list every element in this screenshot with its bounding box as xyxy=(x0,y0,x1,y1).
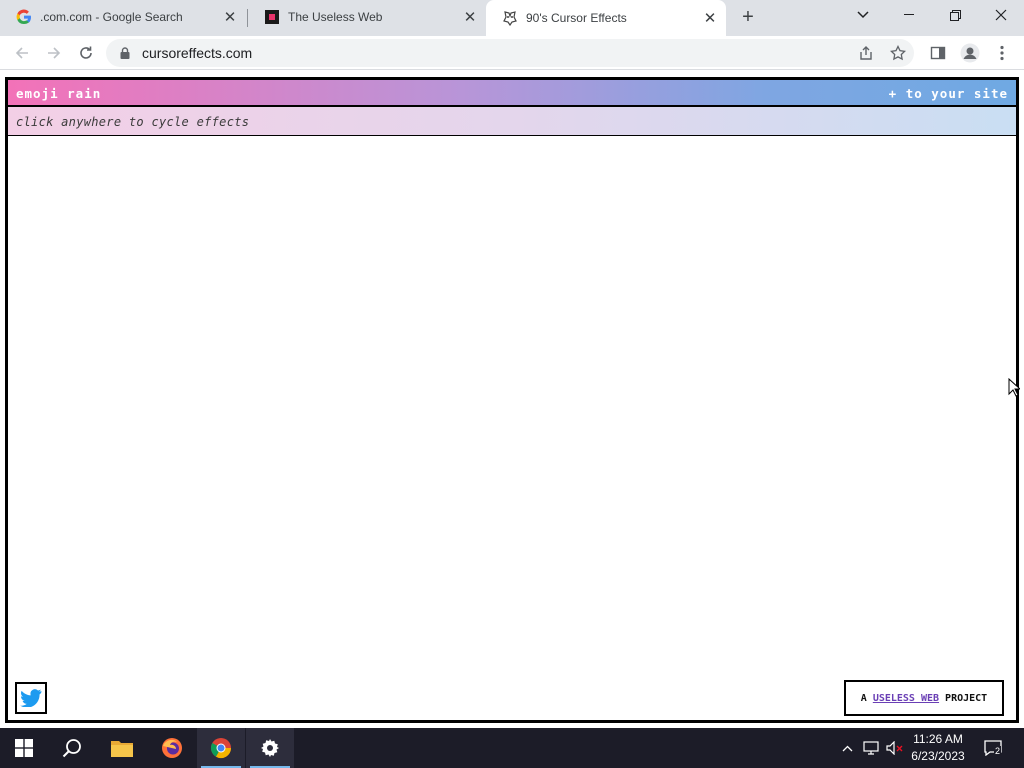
reload-icon[interactable] xyxy=(74,41,98,65)
google-icon xyxy=(16,9,32,25)
kebab-menu-icon[interactable] xyxy=(990,41,1014,65)
mouse-pointer-icon xyxy=(1008,377,1022,402)
close-tab-icon[interactable]: ✕ xyxy=(460,7,480,27)
profile-icon[interactable] xyxy=(958,41,982,65)
close-window-button[interactable] xyxy=(978,0,1024,30)
tab-useless-web[interactable]: The Useless Web ✕ xyxy=(248,0,486,34)
close-tab-icon[interactable]: ✕ xyxy=(220,7,240,27)
twitter-button[interactable] xyxy=(15,682,47,714)
useless-web-link[interactable]: USELESS WEB xyxy=(873,693,939,704)
effect-canvas[interactable]: A USELESS WEB PROJECT xyxy=(8,136,1016,720)
windows-taskbar: 11:26 AM 6/23/2023 2 xyxy=(0,728,1024,768)
search-icon[interactable] xyxy=(48,728,96,768)
tray-chevron-up-icon[interactable] xyxy=(838,728,856,768)
instruction-bar: click anywhere to cycle effects xyxy=(8,107,1016,136)
useless-web-icon xyxy=(264,9,280,25)
cursor-effects-icon xyxy=(502,10,518,26)
network-icon[interactable] xyxy=(860,728,882,768)
minimize-button[interactable] xyxy=(886,0,932,30)
side-panel-icon[interactable] xyxy=(926,41,950,65)
notification-center-icon[interactable]: 2 xyxy=(980,728,1006,768)
file-explorer-icon[interactable] xyxy=(98,728,146,768)
header-bar: emoji rain + to your site xyxy=(8,80,1016,107)
close-tab-icon[interactable]: ✕ xyxy=(700,8,720,28)
chrome-icon[interactable] xyxy=(197,728,245,768)
tab-search-chevron-icon[interactable] xyxy=(840,0,886,30)
firefox-icon[interactable] xyxy=(148,728,196,768)
clock-time: 11:26 AM xyxy=(913,732,963,746)
lock-icon[interactable] xyxy=(118,46,132,60)
url-text[interactable]: cursoreffects.com xyxy=(142,45,252,61)
volume-muted-icon[interactable] xyxy=(884,728,906,768)
restore-button[interactable] xyxy=(932,0,978,30)
bookmark-star-icon[interactable] xyxy=(888,43,908,63)
tab-strip: .com.com - Google Search ✕ The Useless W… xyxy=(0,0,1024,36)
tab-cursor-effects[interactable]: 90's Cursor Effects ✕ xyxy=(486,0,726,36)
share-icon[interactable] xyxy=(856,43,876,63)
tab-title: .com.com - Google Search xyxy=(40,10,183,24)
twitter-bird-icon xyxy=(20,689,42,707)
site-frame: emoji rain + to your site click anywhere… xyxy=(5,77,1019,723)
useless-web-badge: A USELESS WEB PROJECT xyxy=(844,680,1004,716)
browser-toolbar: cursoreffects.com xyxy=(0,36,1024,70)
instruction-text: click anywhere to cycle effects xyxy=(16,115,250,129)
clock-date: 6/23/2023 xyxy=(911,749,965,763)
new-tab-button[interactable]: + xyxy=(736,6,760,30)
start-icon[interactable] xyxy=(0,728,48,768)
tab-google-search[interactable]: .com.com - Google Search ✕ xyxy=(0,0,246,34)
system-clock[interactable]: 11:26 AM 6/23/2023 xyxy=(906,731,970,765)
tab-title: The Useless Web xyxy=(288,10,383,24)
effect-name: emoji rain xyxy=(16,86,102,101)
settings-icon[interactable] xyxy=(246,728,294,768)
page-viewport: emoji rain + to your site click anywhere… xyxy=(0,71,1024,728)
address-bar[interactable]: cursoreffects.com xyxy=(106,39,914,67)
badge-suffix: PROJECT xyxy=(945,692,988,704)
back-arrow-icon[interactable] xyxy=(10,41,34,65)
badge-prefix: A xyxy=(860,692,867,704)
tab-title: 90's Cursor Effects xyxy=(526,11,627,25)
forward-arrow-icon[interactable] xyxy=(42,41,66,65)
add-to-your-site-link[interactable]: + to your site xyxy=(889,86,1008,101)
notification-count-badge: 2 xyxy=(994,746,1002,756)
